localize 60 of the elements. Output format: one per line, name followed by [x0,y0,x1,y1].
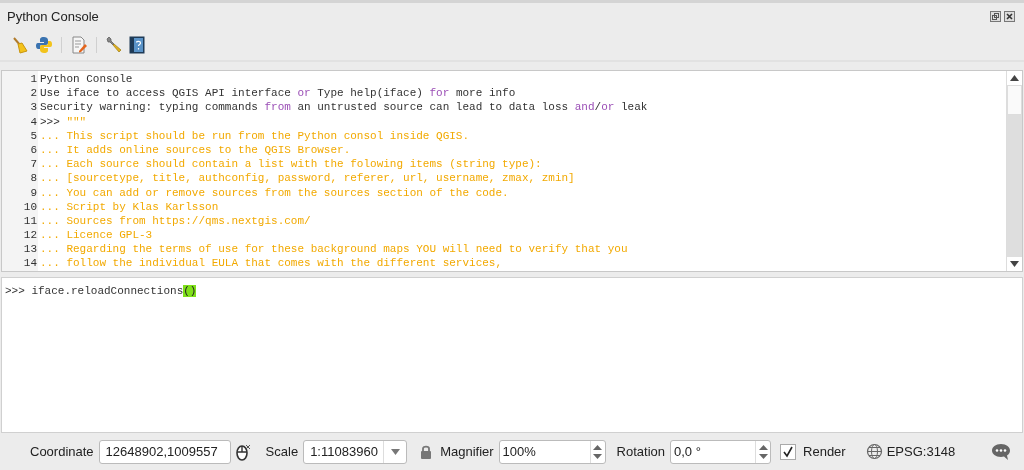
scrollbar[interactable] [1006,71,1022,271]
lock-icon[interactable] [420,443,433,460]
scale-combo[interactable]: 1:11083960 [303,439,408,464]
code-line: ... Each source should contain a list with the folowing items (string type): [40,157,543,172]
help-book-icon[interactable] [129,36,145,54]
input-field[interactable]: >>> iface.reloadConnections() [1,277,1023,433]
rotation-spinbox[interactable]: 0,0 ° [670,439,772,464]
field-label: Coordinate [30,444,94,459]
document-pencil-icon[interactable] [70,36,88,54]
spin-arrows-icon[interactable] [593,443,603,460]
panel-title: Python Console [7,9,99,24]
line-number: 13 [22,242,38,257]
line-number: 8 [29,171,38,186]
globe-icon [865,443,883,460]
code-line: ... This script should be run from the Python consol inside QGIS. [40,128,471,143]
line-number: 7 [29,157,38,172]
field-label: Magnifier [440,444,494,459]
line-number: 6 [29,142,38,158]
line-number: 2 [29,86,38,101]
line-number: 14 [22,256,38,271]
line-number: 4 [29,114,38,129]
code-line: ... follow the individual EULA that comes with the different services, [40,256,504,271]
line-number: 11 [22,213,38,229]
code-line: ... Licence GPL-3 [40,228,154,243]
python-icon[interactable] [35,36,53,54]
crs-button[interactable]: EPSG:3148 [865,443,956,460]
code-line: ... Regarding the terms of use for these background maps YOU will need to verify that you [40,242,629,257]
coordinate-field[interactable]: 12648902,1009557 [98,439,231,464]
field-label: Rotation [616,444,666,459]
float-button[interactable] [990,10,1002,23]
close-button[interactable] [1004,10,1016,23]
code-line: Python Console [40,72,134,87]
chat-bubble-icon[interactable] [991,442,1012,461]
line-number: 10 [22,199,38,214]
line-number: 9 [29,185,38,200]
code-line: ... It adds online sources to the QGIS Browser. [40,142,352,158]
code-line: >>> iface.reloadConnections() [5,284,197,298]
code-line: >>> """ [40,114,88,129]
code-line: ... Sources from https://qms.nextgis.com/ [40,213,312,229]
code-line: ... Script by Klas Karlsson [40,199,220,214]
line-number: 3 [29,100,38,115]
scroll-thumb[interactable] [1007,85,1022,115]
mouse-icon[interactable] [234,442,251,461]
line-number: 12 [22,228,38,243]
up-arrow-icon[interactable] [1010,75,1019,81]
code-line: Use iface to access QGIS API interface or Type help(iface) for more info [40,86,517,101]
line-number: 1 [29,72,38,87]
magnifier-spinbox[interactable]: 100% [498,439,606,464]
code-line: ... You can add or remove sources from the sources section of the code. [40,185,510,200]
wrench-icon[interactable] [105,36,123,54]
field-label: Scale [265,444,299,459]
render-checkbox[interactable] [780,443,797,460]
code-line: ... [sourcetype, title, authconfig, password, referer, url, username, zmax, zmin] [40,171,576,186]
line-number: 5 [29,128,38,143]
checkbox-label: Render [803,444,846,459]
down-arrow-icon[interactable] [1010,261,1019,267]
spin-arrows-icon[interactable] [758,443,768,460]
code-line: Security warning: typing commands from an untrusted source can lead to data loss and/or leak [40,100,649,115]
caret-icon[interactable] [390,448,400,455]
broom-icon[interactable] [11,36,29,54]
